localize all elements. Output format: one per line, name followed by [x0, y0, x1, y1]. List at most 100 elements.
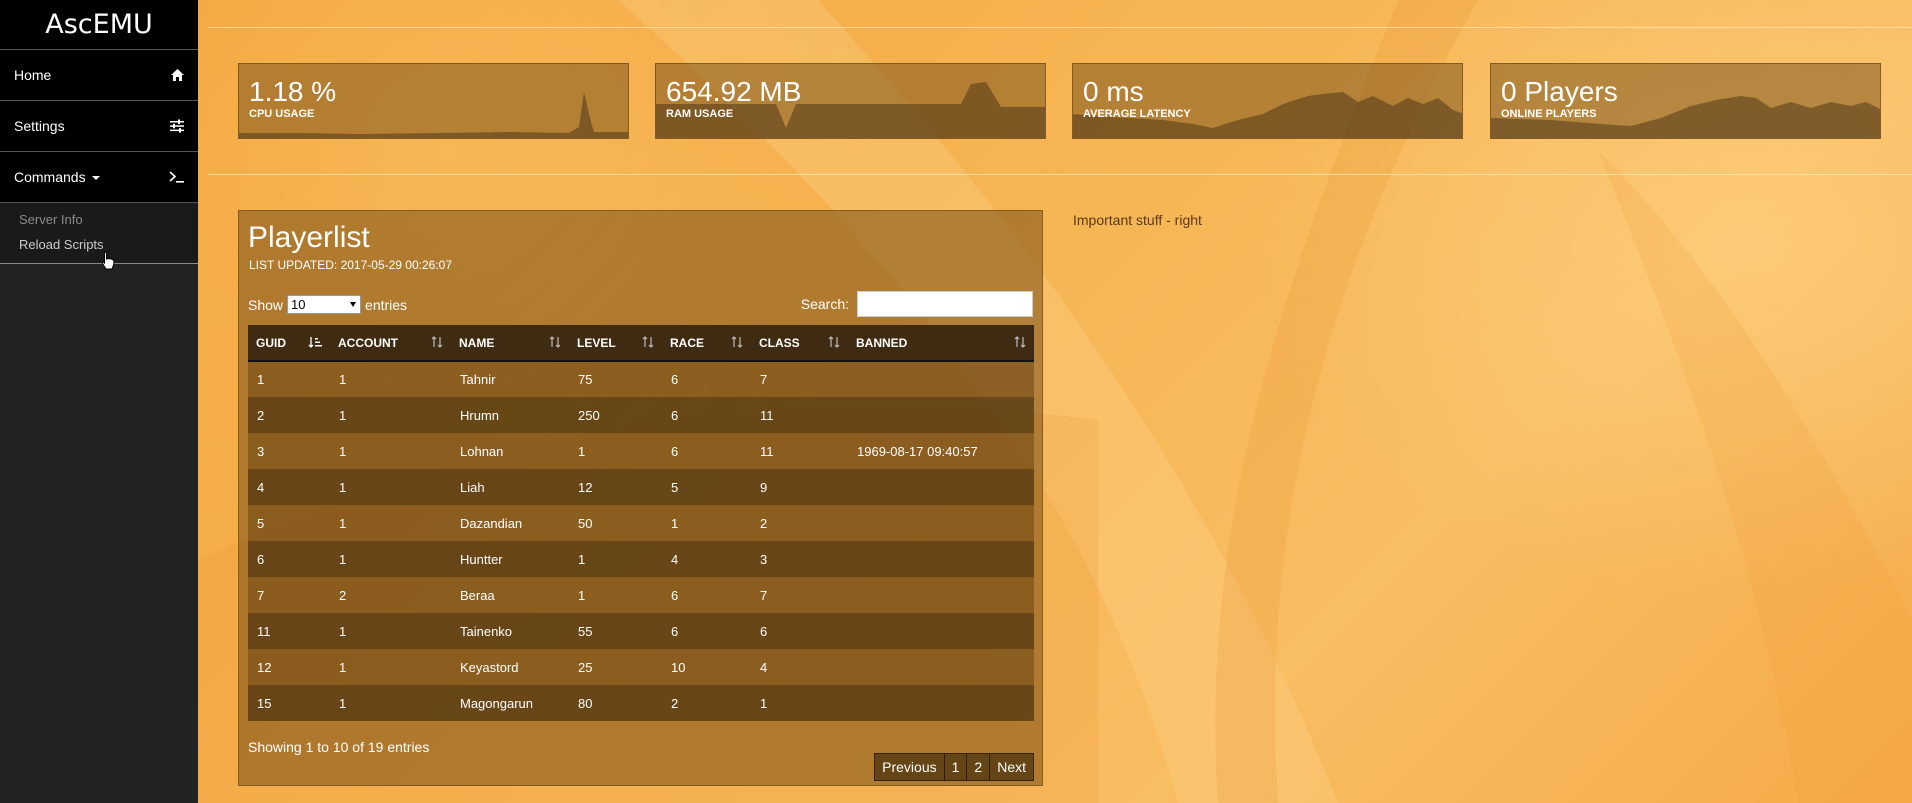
stat-average-latency: 0 ms AVERAGE LATENCY	[1072, 63, 1463, 139]
table-cell: 7	[760, 587, 768, 603]
table-row: 1 1 Tahnir 75 6 7	[248, 361, 1034, 397]
table-cell: 4	[671, 551, 679, 567]
table-cell: 6	[671, 407, 679, 423]
stat-label: AVERAGE LATENCY	[1083, 108, 1191, 120]
column-header-class[interactable]: CLASS	[751, 325, 848, 362]
divider-middle	[208, 174, 1912, 175]
table-cell: Hrumn	[460, 407, 500, 423]
show-label: Show	[248, 296, 284, 313]
table-row: 4 1 Liah 12 5 9	[248, 469, 1034, 505]
table-cell: 80	[578, 695, 593, 711]
column-header-label: ACCOUNT	[338, 335, 398, 350]
right-panel-text: Important stuff - right	[1073, 212, 1202, 228]
sidebar-item-settings[interactable]: Settings	[0, 101, 198, 152]
sort-icon	[828, 336, 840, 348]
table-cell: 55	[578, 623, 593, 639]
table-cell: Lohnan	[460, 443, 504, 459]
logo[interactable]: AscEMU	[0, 0, 198, 50]
table-cell	[848, 397, 1034, 433]
table-cell	[848, 361, 1034, 397]
table-cell: 1	[578, 587, 586, 603]
list-updated-timestamp: LIST UPDATED: 2017-05-29 00:26:07	[249, 258, 453, 272]
table-cell: Liah	[460, 479, 485, 495]
sidebar-item-home[interactable]: Home	[0, 50, 198, 101]
column-header-label: RACE	[670, 335, 705, 350]
pagination-page-1[interactable]: 1	[943, 753, 968, 781]
table-cell: 75	[578, 372, 593, 387]
table-cell: 1	[671, 515, 679, 531]
sort-icon	[731, 336, 743, 348]
table-row: 15 1 Magongarun 80 2 1	[248, 685, 1034, 721]
pagination-page-2[interactable]: 2	[966, 753, 991, 781]
table-cell: 7	[760, 372, 768, 387]
playerlist-panel: Playerlist LIST UPDATED: 2017-05-29 00:2…	[238, 210, 1043, 786]
column-header-guid[interactable]: GUID	[248, 325, 330, 362]
column-header-account[interactable]: ACCOUNT	[330, 325, 451, 362]
table-cell: 4	[760, 659, 768, 675]
column-header-level[interactable]: LEVEL	[569, 325, 662, 362]
table-cell: 1	[578, 551, 586, 567]
stat-value: 1.18 %	[249, 76, 337, 107]
table-row: 7 2 Beraa 1 6 7	[248, 577, 1034, 613]
sort-icon	[642, 336, 654, 348]
sidebar-item-label: Commands	[14, 169, 86, 185]
table-cell	[848, 577, 1034, 613]
table-cell: Huntter	[460, 551, 503, 567]
pagination: Previous 1 2 Next	[874, 753, 1034, 781]
table-cell: 3	[760, 551, 768, 567]
table-cell: 1	[339, 623, 347, 639]
table-cell: 1	[339, 407, 347, 423]
table-cell: 6	[257, 551, 265, 567]
table-cell: 1	[339, 443, 347, 459]
table-cell: 2	[671, 695, 679, 711]
table-header-row: GUID ACCOUNT NAME LEVEL RACE CLASS BANNE…	[248, 325, 1034, 362]
stat-value: 654.92 MB	[666, 76, 802, 107]
select-value: 10	[291, 297, 306, 312]
column-header-label: LEVEL	[577, 335, 616, 350]
player-table: GUID ACCOUNT NAME LEVEL RACE CLASS BANNE…	[248, 325, 1034, 721]
table-cell: 5	[257, 515, 265, 531]
table-cell: 3	[257, 443, 265, 459]
table-cell: 10	[671, 659, 686, 675]
table-cell: 1	[339, 515, 347, 531]
sidebar-item-label: Home	[14, 67, 52, 83]
table-cell: 1	[339, 479, 347, 495]
search-input[interactable]	[857, 291, 1033, 317]
stat-value: 0 Players	[1501, 76, 1618, 107]
home-icon	[169, 67, 185, 83]
sort-icon	[549, 336, 561, 348]
sidebar-item-commands[interactable]: Commands	[0, 152, 198, 203]
table-cell	[848, 469, 1034, 505]
page-length-control: Show 10 entries	[248, 295, 407, 314]
table-cell: Tahnir	[460, 372, 496, 387]
table-cell: 11	[257, 623, 271, 639]
stat-label: RAM USAGE	[666, 108, 734, 120]
table-cell: 1	[257, 372, 265, 387]
table-cell	[848, 505, 1034, 541]
terminal-icon	[169, 169, 185, 185]
column-header-banned[interactable]: BANNED	[848, 325, 1034, 362]
table-row: 12 1 Keyastord 25 10 4	[248, 649, 1034, 685]
table-row: 6 1 Huntter 1 4 3	[248, 541, 1034, 577]
table-info: Showing 1 to 10 of 19 entries	[248, 739, 430, 755]
table-cell	[848, 613, 1034, 649]
pagination-previous-button[interactable]: Previous	[874, 753, 945, 781]
table-row: 11 1 Tainenko 55 6 6	[248, 613, 1034, 649]
table-cell	[848, 685, 1034, 721]
sort-icon	[431, 336, 443, 348]
submenu-item-reload-scripts[interactable]: Reload Scripts	[0, 232, 198, 257]
table-cell: 2	[339, 587, 347, 603]
column-header-name[interactable]: NAME	[451, 325, 569, 362]
table-cell: 15	[257, 695, 272, 711]
pagination-next-button[interactable]: Next	[989, 753, 1034, 781]
logo-text: AscEMU	[45, 9, 153, 40]
submenu-item-server-info[interactable]: Server Info	[0, 207, 198, 232]
column-header-race[interactable]: RACE	[662, 325, 751, 362]
table-cell: 6	[671, 587, 679, 603]
table-cell: 1969-08-17 09:40:57	[857, 443, 978, 459]
table-cell: 1	[339, 372, 347, 387]
table-cell: 50	[578, 515, 593, 531]
commands-submenu: Server Info Reload Scripts	[0, 203, 198, 264]
entries-per-page-select[interactable]: 10	[287, 295, 362, 314]
table-cell: 1	[760, 695, 768, 711]
